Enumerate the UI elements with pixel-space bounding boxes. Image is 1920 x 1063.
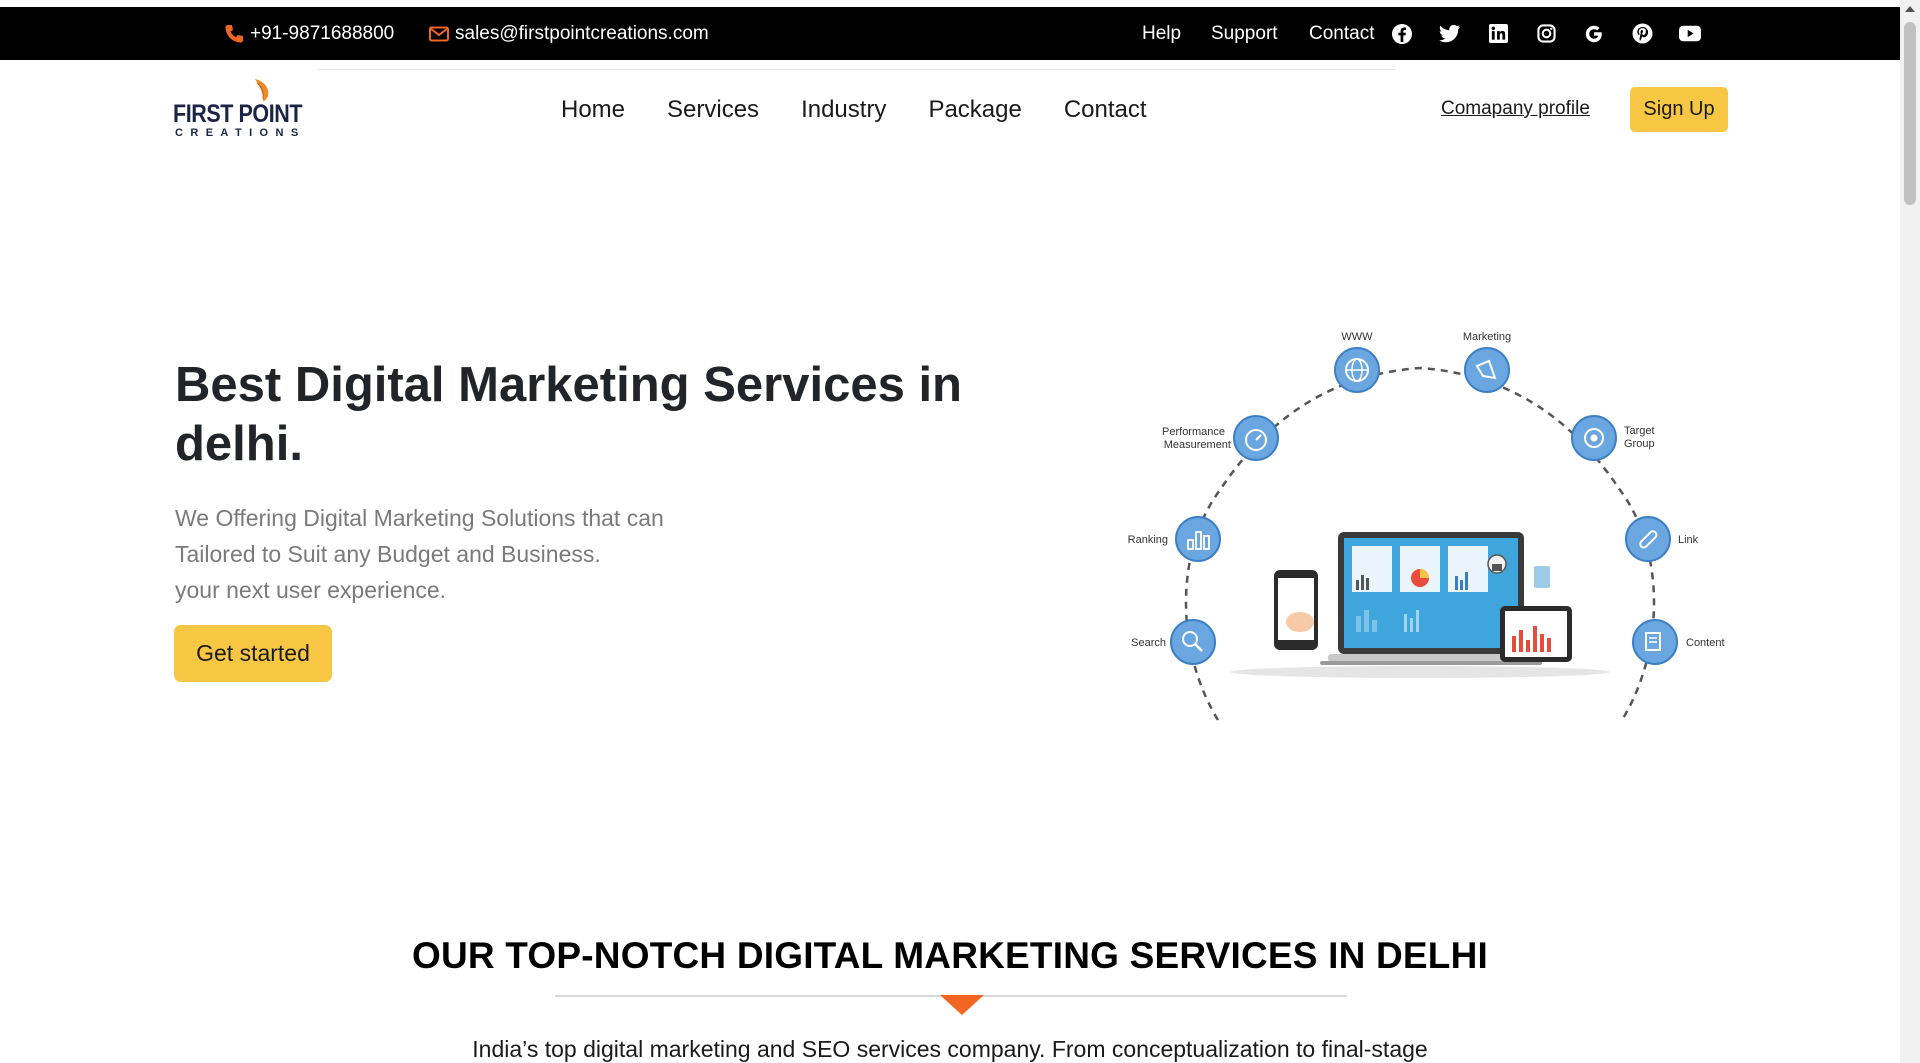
nav-services[interactable]: Services [667, 96, 759, 124]
contact-top-link[interactable]: Contact [1309, 7, 1374, 60]
main-nav: Home Services Industry Package Contact [540, 60, 1168, 160]
digital-marketing-illustration: WWW Marketing Performance Measurement Ta… [1128, 331, 1725, 721]
www-icon [1334, 347, 1380, 393]
hero-subtitle-line: We Offering Digital Marketing Solutions … [175, 505, 664, 531]
flame-leaf-icon [255, 79, 269, 101]
label-performance: Performance [1162, 426, 1225, 438]
label-content: Content [1686, 637, 1725, 649]
help-link[interactable]: Help [1142, 7, 1181, 60]
social-links [1378, 7, 1714, 60]
company-profile-link[interactable]: Comapany profile [1441, 98, 1590, 120]
get-started-button[interactable]: Get started [174, 625, 332, 682]
page-scrollbar[interactable] [1900, 0, 1920, 1063]
target-icon [1571, 415, 1617, 461]
services-section-description: India’s top digital marketing and SEO se… [472, 1036, 1428, 1062]
google-icon[interactable] [1570, 7, 1618, 60]
nav-package[interactable]: Package [928, 96, 1021, 124]
pinterest-icon[interactable] [1618, 7, 1666, 60]
nav-contact[interactable]: Contact [1064, 96, 1147, 124]
marketing-icon [1464, 347, 1510, 393]
top-strip [0, 0, 1900, 7]
instagram-icon[interactable] [1522, 7, 1570, 60]
label-target: Target [1624, 425, 1655, 437]
linkedin-icon[interactable] [1474, 7, 1522, 60]
scroll-up-arrow-icon[interactable] [1905, 6, 1915, 12]
section-divider-arrow-icon [940, 995, 984, 1015]
nav-industry[interactable]: Industry [801, 96, 886, 124]
company-logo[interactable]: FIRST POINT CREATIONS [173, 78, 303, 142]
phone-link[interactable]: +91-9871688800 [224, 7, 394, 60]
label-search: Search [1131, 637, 1166, 649]
top-bar: +91-9871688800 sales@firstpointcreations… [0, 7, 1900, 60]
label-measurement: Measurement [1164, 439, 1231, 451]
twitter-icon[interactable] [1426, 7, 1474, 60]
performance-icon [1233, 415, 1279, 461]
hero-subtitle: We Offering Digital Marketing Solutions … [175, 500, 715, 608]
ranking-icon [1175, 516, 1221, 562]
youtube-icon[interactable] [1666, 7, 1714, 60]
logo-text: FIRST POINT [173, 100, 303, 128]
hero-subtitle-line: Tailored to Suit any Budget and Business… [175, 541, 601, 567]
scrollbar-thumb[interactable] [1904, 22, 1916, 205]
logo-subtext: CREATIONS [175, 127, 306, 139]
label-ranking: Ranking [1128, 534, 1168, 546]
envelope-icon [429, 26, 449, 41]
label-marketing: Marketing [1463, 331, 1511, 343]
nav-home[interactable]: Home [561, 96, 625, 124]
label-www: WWW [1341, 331, 1373, 343]
link-icon [1625, 516, 1671, 562]
sign-up-button[interactable]: Sign Up [1630, 87, 1728, 132]
support-link[interactable]: Support [1211, 7, 1278, 60]
search-icon [1170, 619, 1216, 665]
main-header: FIRST POINT CREATIONS Home Services Indu… [0, 60, 1900, 160]
hero-title: Best Digital Marketing Services in delhi… [175, 358, 962, 471]
content-icon [1632, 619, 1678, 665]
label-link: Link [1678, 534, 1699, 546]
services-section-title: OUR TOP-NOTCH DIGITAL MARKETING SERVICES… [411, 935, 1488, 976]
email-link[interactable]: sales@firstpointcreations.com [429, 7, 709, 60]
facebook-icon[interactable] [1378, 7, 1426, 60]
phone-icon [225, 24, 243, 42]
phone-number: +91-9871688800 [250, 22, 395, 44]
phone-illustration [1274, 570, 1318, 650]
label-group: Group [1624, 438, 1655, 450]
hero-subtitle-line: your next user experience. [175, 577, 447, 603]
email-address: sales@firstpointcreations.com [455, 22, 709, 44]
